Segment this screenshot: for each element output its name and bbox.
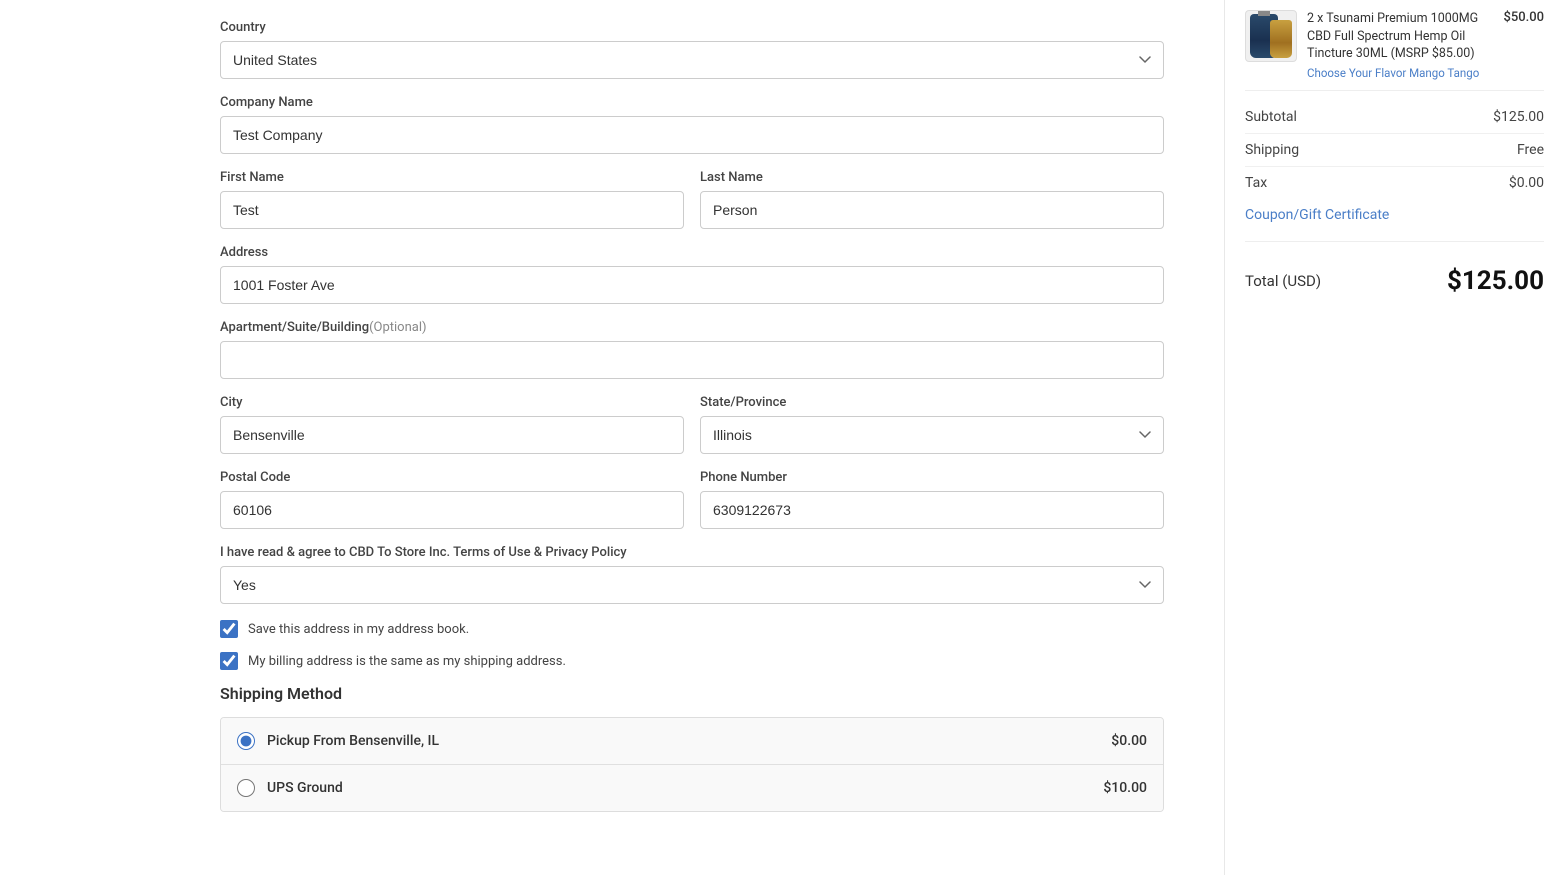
last-name-group: Last Name xyxy=(700,170,1164,229)
tax-value: $0.00 xyxy=(1509,175,1544,191)
city-label: City xyxy=(220,395,684,410)
shipping-section-title: Shipping Method xyxy=(220,684,1164,703)
state-group: State/Province Illinois Alabama Alaska A… xyxy=(700,395,1164,454)
billing-same-label: My billing address is the same as my shi… xyxy=(248,654,566,669)
apt-group: Apartment/Suite/Building(Optional) xyxy=(220,320,1164,379)
coupon-link[interactable]: Coupon/Gift Certificate xyxy=(1245,199,1544,231)
total-row: Total (USD) $125.00 xyxy=(1245,252,1544,300)
subtotal-value: $125.00 xyxy=(1493,109,1544,125)
shipping-value: Free xyxy=(1517,142,1544,158)
city-state-row: City State/Province Illinois Alabama Ala… xyxy=(220,395,1164,470)
pickup-label: Pickup From Bensenville, IL xyxy=(267,733,1099,749)
product-item: 2 x Tsunami Premium 1000MG CBD Full Spec… xyxy=(1245,0,1544,91)
country-group: Country United States Canada United King… xyxy=(220,20,1164,79)
last-name-label: Last Name xyxy=(700,170,1164,185)
ups-radio[interactable] xyxy=(237,779,255,797)
shipping-options: Pickup From Bensenville, IL $0.00 UPS Gr… xyxy=(220,717,1164,812)
company-label: Company Name xyxy=(220,95,1164,110)
product-price: $50.00 xyxy=(1503,10,1544,80)
terms-label: I have read & agree to CBD To Store Inc.… xyxy=(220,545,1164,560)
billing-same-group: My billing address is the same as my shi… xyxy=(220,652,1164,670)
state-label: State/Province xyxy=(700,395,1164,410)
summary-section: Subtotal $125.00 Shipping Free Tax $0.00… xyxy=(1245,91,1544,242)
terms-select[interactable]: Yes No xyxy=(220,566,1164,604)
company-group: Company Name xyxy=(220,95,1164,154)
ups-price: $10.00 xyxy=(1103,780,1147,796)
save-address-checkbox[interactable] xyxy=(220,620,238,638)
order-summary-panel: 2 x Tsunami Premium 1000MG CBD Full Spec… xyxy=(1224,0,1564,875)
shipping-option-pickup[interactable]: Pickup From Bensenville, IL $0.00 xyxy=(221,718,1163,765)
country-label: Country xyxy=(220,20,1164,35)
subtotal-label: Subtotal xyxy=(1245,109,1297,125)
address-label: Address xyxy=(220,245,1164,260)
first-name-group: First Name xyxy=(220,170,684,229)
state-select[interactable]: Illinois Alabama Alaska Arizona Californ… xyxy=(700,416,1164,454)
product-info: 2 x Tsunami Premium 1000MG CBD Full Spec… xyxy=(1307,10,1493,80)
terms-group: I have read & agree to CBD To Store Inc.… xyxy=(220,545,1164,604)
product-variant: Choose Your Flavor Mango Tango xyxy=(1307,66,1493,80)
billing-same-checkbox[interactable] xyxy=(220,652,238,670)
pickup-price: $0.00 xyxy=(1111,733,1147,749)
apt-input[interactable] xyxy=(220,341,1164,379)
tax-row: Tax $0.00 xyxy=(1245,167,1544,199)
phone-group: Phone Number xyxy=(700,470,1164,529)
address-group: Address xyxy=(220,245,1164,304)
postal-group: Postal Code xyxy=(220,470,684,529)
shipping-label: Shipping xyxy=(1245,142,1299,158)
phone-label: Phone Number xyxy=(700,470,1164,485)
subtotal-row: Subtotal $125.00 xyxy=(1245,101,1544,134)
total-label: Total (USD) xyxy=(1245,272,1321,290)
product-bottle-2 xyxy=(1270,20,1292,58)
company-input[interactable] xyxy=(220,116,1164,154)
postal-phone-row: Postal Code Phone Number xyxy=(220,470,1164,545)
address-input[interactable] xyxy=(220,266,1164,304)
city-input[interactable] xyxy=(220,416,684,454)
shipping-option-ups[interactable]: UPS Ground $10.00 xyxy=(221,765,1163,811)
product-name: 2 x Tsunami Premium 1000MG CBD Full Spec… xyxy=(1307,10,1493,63)
ups-label: UPS Ground xyxy=(267,780,1091,796)
tax-label: Tax xyxy=(1245,175,1267,191)
save-address-group: Save this address in my address book. xyxy=(220,620,1164,638)
city-group: City xyxy=(220,395,684,454)
country-select[interactable]: United States Canada United Kingdom xyxy=(220,41,1164,79)
phone-input[interactable] xyxy=(700,491,1164,529)
last-name-input[interactable] xyxy=(700,191,1164,229)
first-name-label: First Name xyxy=(220,170,684,185)
save-address-label: Save this address in my address book. xyxy=(248,622,469,637)
apt-label: Apartment/Suite/Building(Optional) xyxy=(220,320,1164,335)
postal-input[interactable] xyxy=(220,491,684,529)
pickup-radio[interactable] xyxy=(237,732,255,750)
shipping-row: Shipping Free xyxy=(1245,134,1544,167)
name-row: First Name Last Name xyxy=(220,170,1164,245)
postal-label: Postal Code xyxy=(220,470,684,485)
total-amount: $125.00 xyxy=(1447,266,1544,296)
product-image xyxy=(1245,10,1297,62)
first-name-input[interactable] xyxy=(220,191,684,229)
